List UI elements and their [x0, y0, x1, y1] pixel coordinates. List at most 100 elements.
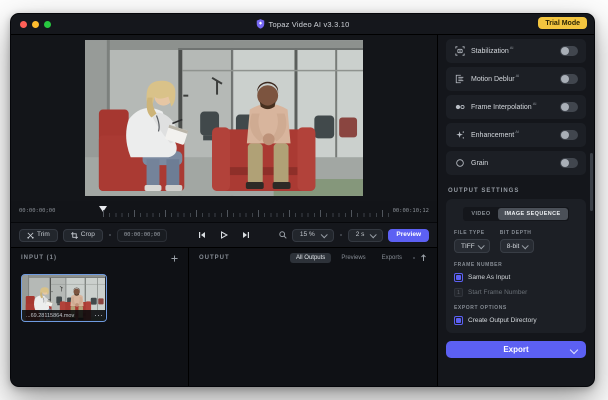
timeline-ruler[interactable]	[103, 210, 391, 217]
stabilization-icon	[454, 46, 465, 56]
chevron-down-icon	[370, 230, 378, 238]
filter-label: Grain	[471, 159, 489, 167]
bit-depth-dropdown[interactable]: 8-bit	[499, 239, 535, 253]
frame-interpolation-icon	[454, 102, 465, 112]
crop-icon	[70, 231, 78, 239]
ai-superscript: AI	[532, 100, 537, 106]
zoom-level-dropdown[interactable]: 15 %	[291, 228, 334, 242]
chevron-down-icon	[569, 345, 579, 355]
close-window-icon[interactable]	[20, 20, 27, 28]
preview-button-label: Preview	[396, 230, 421, 238]
timeline-end-timecode: 00:00:10;12	[392, 208, 429, 214]
create-output-directory-label: Create Output Directory	[468, 317, 537, 324]
filter-motion-deblur[interactable]: Motion DeblurAI	[446, 67, 586, 91]
export-button[interactable]: Export	[446, 341, 586, 358]
file-type-label: FILE TYPE	[454, 230, 485, 236]
same-as-input-label: Same As Input	[468, 274, 511, 281]
video-preview[interactable]	[85, 40, 363, 196]
output-panel-title: OUTPUT	[199, 255, 230, 261]
frame-number-label: FRAME NUMBER	[454, 262, 503, 268]
window-title: Topaz Video AI v3.3.10	[268, 19, 350, 29]
zoom-level-value: 15 %	[299, 230, 315, 238]
filter-frame-interpolation[interactable]: Frame InterpolationAI	[446, 95, 586, 119]
zoom-window-icon[interactable]	[44, 20, 51, 28]
zoom-icon	[279, 231, 287, 239]
more-icon[interactable]	[94, 314, 102, 317]
play-button[interactable]	[220, 231, 228, 239]
tab-all-outputs[interactable]: All Outputs	[289, 253, 332, 263]
input-clip-thumbnail[interactable]: ...69.28115864.mov	[21, 274, 107, 322]
filter-label: EnhancementAI	[471, 128, 519, 139]
next-frame-button[interactable]	[242, 231, 250, 239]
playback-toolbar: Trim Crop 00:00:00;00 15 % 2 s Preview	[11, 222, 437, 248]
filter-grain[interactable]: Grain	[446, 151, 586, 175]
add-input-button[interactable]	[171, 254, 178, 262]
timeline[interactable]: 00:00:00;00 00:00:10;12	[11, 201, 437, 222]
trial-mode-badge: Trial Mode	[538, 17, 587, 29]
enhancement-toggle[interactable]	[560, 130, 578, 140]
start-frame-number-label: Start Frame Number	[468, 289, 528, 296]
frame-interpolation-toggle[interactable]	[560, 102, 578, 112]
motion-deblur-toggle[interactable]	[560, 74, 578, 84]
crop-label: Crop	[80, 230, 95, 238]
separator-dot	[339, 234, 342, 236]
current-timecode: 00:00:00;00	[123, 232, 161, 238]
preview-duration-dropdown[interactable]: 2 s	[347, 228, 384, 242]
export-options-label: EXPORT OPTIONS	[454, 305, 507, 311]
grain-toggle[interactable]	[560, 158, 578, 168]
filter-stabilization[interactable]: StabilizationAI	[446, 39, 586, 63]
filter-label: StabilizationAI	[471, 44, 514, 55]
stabilization-toggle[interactable]	[560, 46, 578, 56]
input-clip-name: ...69.28115864.mov	[26, 312, 75, 319]
output-type-segmented-control: VIDEO IMAGE SEQUENCE	[463, 207, 569, 221]
bit-depth-label: BIT DEPTH	[499, 230, 532, 236]
titlebar: Topaz Video AI v3.3.10 Trial Mode	[11, 14, 594, 35]
separator-dot	[413, 257, 415, 259]
output-panel: OUTPUT All Outputs Previews Exports	[189, 248, 437, 386]
app-window: Topaz Video AI v3.3.10 Trial Mode 00:00:…	[10, 13, 595, 387]
tab-video[interactable]: VIDEO	[464, 208, 497, 220]
preview-duration-value: 2 s	[355, 230, 365, 238]
filter-label: Motion DeblurAI	[471, 72, 520, 83]
preview-button[interactable]: Preview	[388, 228, 429, 242]
motion-deblur-icon	[454, 74, 465, 84]
output-settings-heading: OUTPUT SETTINGS	[448, 188, 520, 194]
create-output-directory-checkbox[interactable]	[454, 316, 463, 325]
enhancement-icon	[454, 130, 465, 140]
crop-button[interactable]: Crop	[62, 228, 103, 242]
filter-label: Frame InterpolationAI	[471, 100, 537, 111]
start-frame-number-field[interactable]: 1	[454, 288, 463, 297]
sidebar-scrollbar[interactable]	[590, 153, 593, 211]
same-as-input-checkbox[interactable]	[454, 273, 463, 282]
export-button-label: Export	[503, 345, 529, 354]
app-logo-icon	[256, 19, 265, 29]
ai-superscript: AI	[509, 44, 514, 50]
trim-label: Trim	[37, 230, 50, 238]
output-settings-card: VIDEO IMAGE SEQUENCE FILE TYPE TIFF BIT …	[446, 199, 586, 333]
input-panel: INPUT (1) ...69.28115864.mov	[11, 248, 189, 386]
ai-superscript: AI	[515, 128, 519, 134]
window-controls	[20, 14, 51, 34]
file-type-dropdown[interactable]: TIFF	[454, 239, 490, 253]
tab-previews[interactable]: Previews	[335, 253, 371, 263]
trim-button[interactable]: Trim	[19, 228, 58, 242]
video-preview-area	[11, 35, 437, 201]
sort-icon[interactable]	[420, 254, 427, 262]
trim-icon	[27, 232, 34, 239]
prev-frame-button[interactable]	[198, 231, 206, 239]
bit-depth-value: 8-bit	[506, 242, 520, 250]
tab-exports[interactable]: Exports	[376, 253, 408, 263]
separator-dot	[108, 234, 111, 236]
tab-image-sequence[interactable]: IMAGE SEQUENCE	[497, 208, 568, 220]
minimize-window-icon[interactable]	[32, 20, 39, 28]
preview-pane: 00:00:00;00 00:00:10;12 Trim Crop 00:00:…	[11, 35, 437, 386]
grain-icon	[454, 158, 465, 168]
file-type-value: TIFF	[461, 242, 475, 250]
current-timecode-field[interactable]: 00:00:00;00	[116, 228, 168, 242]
filter-enhancement[interactable]: EnhancementAI	[446, 123, 586, 147]
ai-superscript: AI	[515, 72, 520, 78]
timeline-start-timecode: 00:00:00;00	[19, 208, 56, 214]
settings-sidebar: StabilizationAI Motion DeblurAI Frame In…	[437, 35, 594, 386]
chevron-down-icon	[522, 241, 530, 249]
chevron-down-icon	[320, 230, 328, 238]
